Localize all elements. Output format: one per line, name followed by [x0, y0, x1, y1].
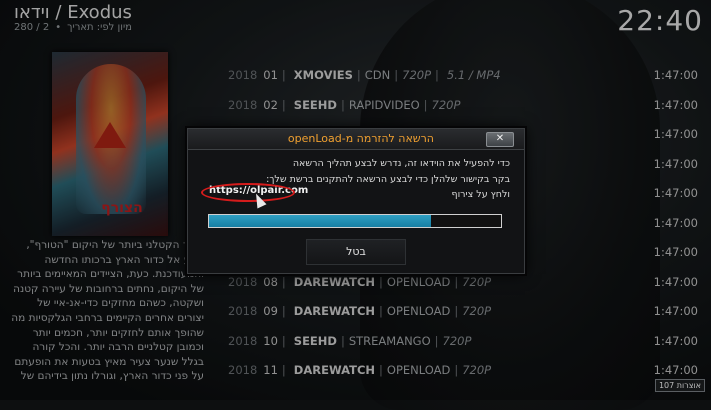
- dialog-title: הרשאה להזרמה מ-openLoad: [287, 132, 434, 145]
- cancel-button[interactable]: בטל: [306, 239, 406, 265]
- dialog-header: הרשאה להזרמה מ-openLoad ✕: [188, 129, 524, 150]
- dialog-line-1: כדי להפעיל את הוידאו זה, נדרש לבצע תהליך…: [292, 158, 510, 169]
- dialog-line-2: בקר בקישור שלהלן כדי לבצע הרשאה להתקנים …: [266, 174, 510, 185]
- progress-bar: [208, 214, 502, 228]
- highlight-circle: [201, 183, 295, 202]
- dialog-line-3: ולחץ על צירוף: [451, 189, 511, 200]
- progress-fill: [209, 215, 431, 227]
- version-badge: אוצרות 107: [654, 379, 705, 392]
- close-button[interactable]: ✕: [486, 132, 514, 147]
- pairing-dialog: הרשאה להזרמה מ-openLoad ✕ כדי להפעיל את …: [187, 128, 525, 274]
